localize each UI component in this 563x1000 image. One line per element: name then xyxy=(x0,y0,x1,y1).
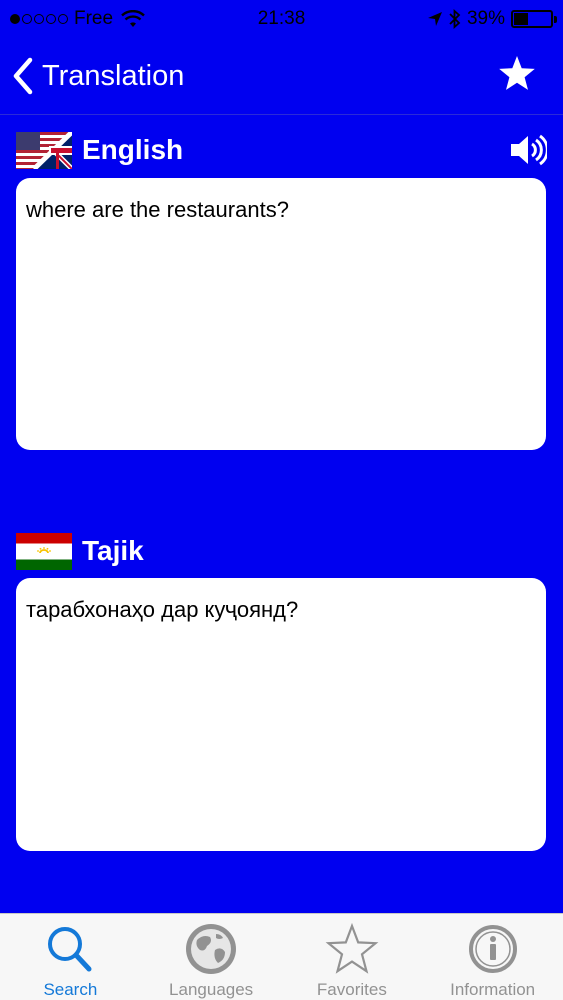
search-icon xyxy=(48,927,92,972)
tajikistan-flag-icon xyxy=(16,532,72,570)
us-uk-flag-icon xyxy=(16,131,72,169)
globe-icon xyxy=(186,924,237,974)
tab-languages[interactable]: Languages xyxy=(141,914,282,1000)
tab-favorites-label: Favorites xyxy=(316,980,387,999)
target-text: тарабхонаҳо дар куҷоянд? xyxy=(26,597,299,622)
tab-information[interactable]: Information xyxy=(422,914,563,1000)
source-language-name: English xyxy=(82,134,184,165)
status-right: 39% xyxy=(427,8,557,30)
target-language-header: Tajik xyxy=(16,531,144,571)
tab-languages-label: Languages xyxy=(169,980,254,999)
tab-bar: Search Languages Favorites Information xyxy=(0,913,563,1000)
status-bar: Free 21:38 39% xyxy=(0,0,563,40)
target-text-box[interactable]: тарабхонаҳо дар куҷоянд? xyxy=(16,578,546,851)
source-text: where are the restaurants? xyxy=(26,197,289,222)
info-icon xyxy=(468,925,517,973)
battery-icon xyxy=(511,10,557,28)
star-icon[interactable] xyxy=(497,54,537,94)
tab-favorites[interactable]: Favorites xyxy=(282,914,423,1000)
location-arrow-icon xyxy=(427,12,442,26)
nav-bar: Translation xyxy=(0,40,563,115)
tab-information-label: Information xyxy=(450,980,536,999)
chevron-left-icon xyxy=(13,57,33,95)
battery-percent: 39% xyxy=(466,8,505,29)
bluetooth-icon xyxy=(449,9,461,29)
tab-search[interactable]: Search xyxy=(0,914,141,1000)
source-language-header: English xyxy=(16,130,183,170)
tab-search-label: Search xyxy=(43,980,98,999)
back-button[interactable]: Translation xyxy=(12,54,184,98)
speaker-icon[interactable] xyxy=(509,133,547,167)
translation-screen: Free 21:38 39% Translation English where… xyxy=(0,0,563,1000)
star-outline-icon xyxy=(325,922,379,974)
back-button-label: Translation xyxy=(42,59,185,92)
target-language-name: Tajik xyxy=(82,535,144,566)
source-text-box[interactable]: where are the restaurants? xyxy=(16,178,546,450)
